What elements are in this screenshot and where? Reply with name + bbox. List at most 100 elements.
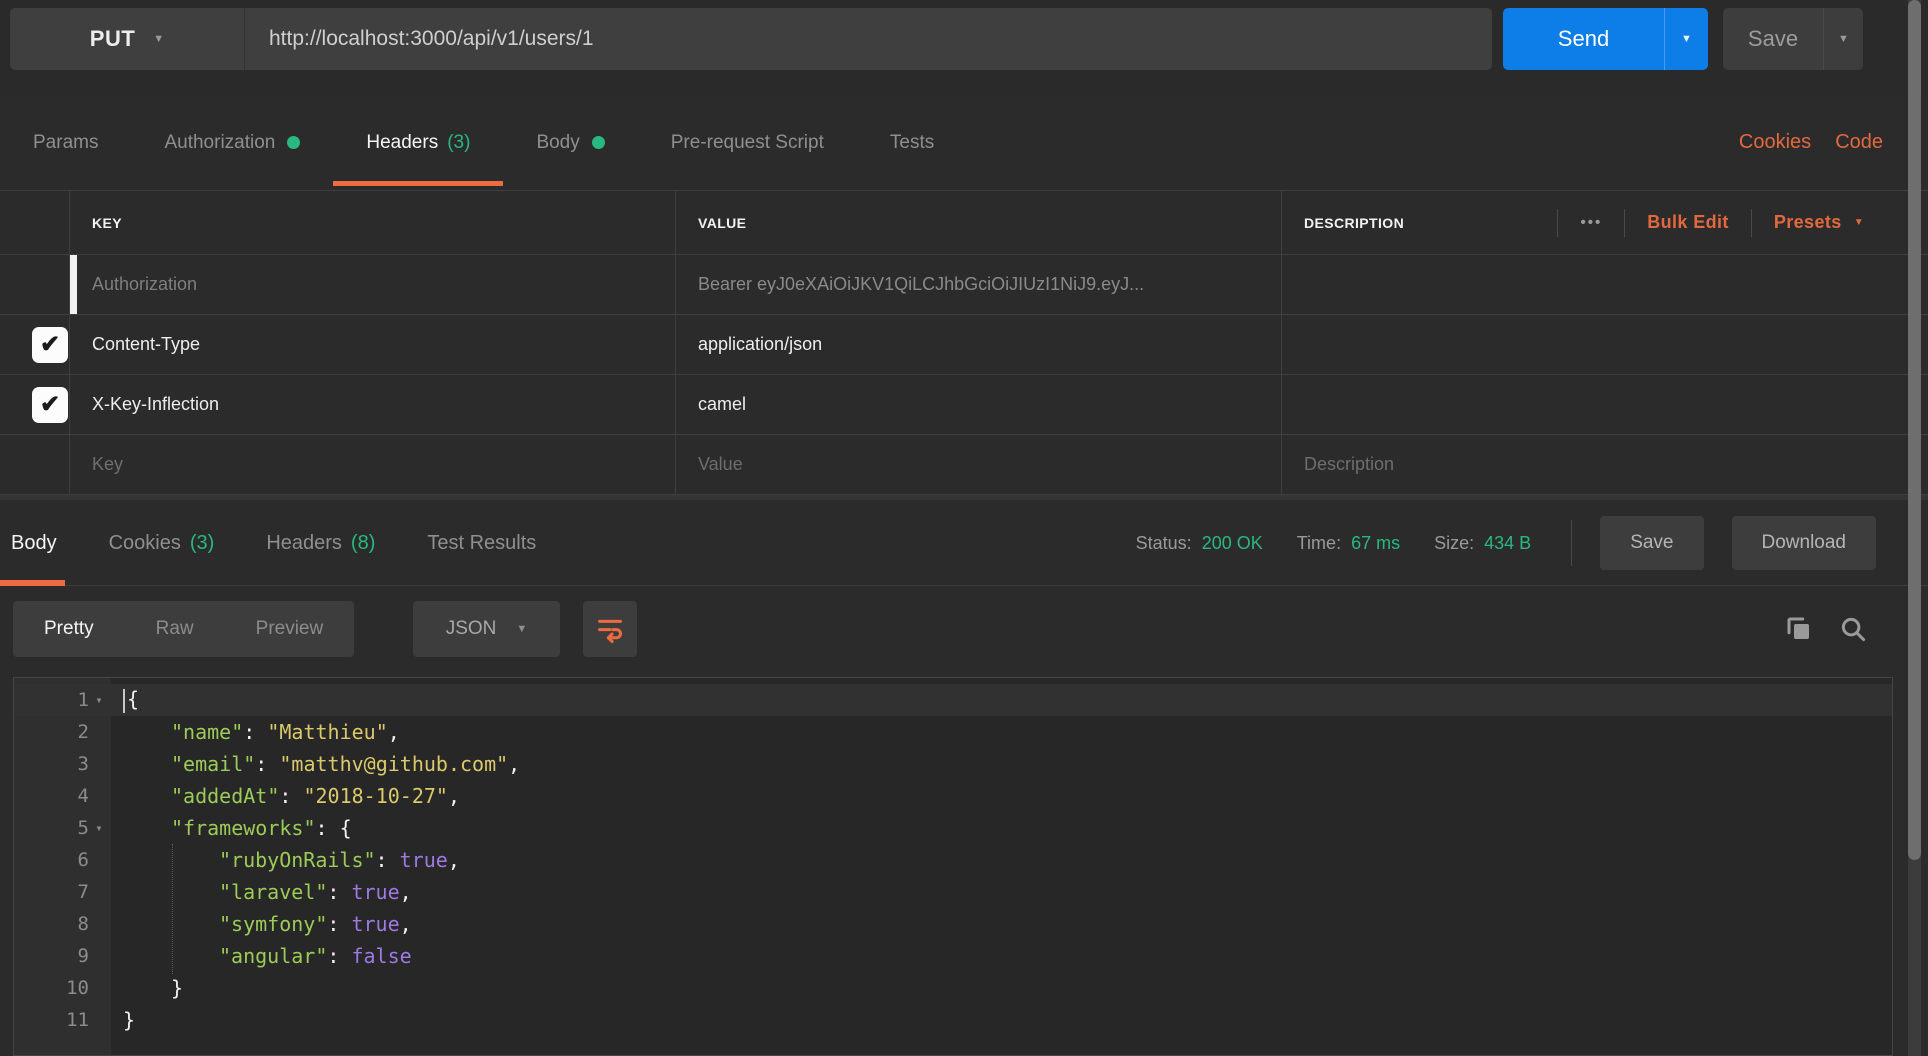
response-meta: Status: 200 OK Time: 67 ms Size: 434 B S… — [1136, 500, 1876, 586]
header-description-cell[interactable] — [1282, 375, 1928, 435]
response-tabs: Body Cookies (3) Headers (8) Test Result… — [0, 500, 562, 586]
code-line: 11 } — [66, 1008, 136, 1032]
header-key: Authorization — [92, 274, 198, 294]
headers-table: KEY VALUE DESCRIPTION ••• Bulk Edit Pres… — [0, 190, 1928, 495]
code-line: 7 "laravel": true, — [77, 880, 412, 904]
tab-label: Body — [536, 131, 580, 153]
response-tab-body[interactable]: Body — [0, 500, 83, 586]
wrap-text-icon — [596, 615, 624, 643]
filled-dot-icon — [287, 136, 301, 149]
response-save-button[interactable]: Save — [1600, 516, 1704, 570]
header-key-cell[interactable]: Content-Type — [70, 315, 676, 375]
scrollbar-thumb[interactable] — [1908, 0, 1921, 860]
header-value-cell[interactable]: Bearer eyJ0eXAiOiJKV1QiLCJhbGciOiJIUzI1N… — [676, 255, 1282, 315]
tab-label: Params — [33, 131, 99, 153]
tab-label: Cookies — [108, 531, 181, 554]
row-checkbox-checked[interactable]: ✔ — [32, 386, 68, 423]
table-header-checkbox-cell — [0, 191, 70, 255]
search-button[interactable] — [1838, 614, 1868, 644]
tab-pre-request-script[interactable]: Pre-request Script — [638, 95, 857, 190]
tab-params[interactable]: Params — [0, 95, 131, 190]
more-options-button[interactable]: ••• — [1580, 214, 1602, 231]
response-download-button[interactable]: Download — [1731, 516, 1876, 570]
response-tab-headers[interactable]: Headers (8) — [240, 500, 401, 586]
copy-icon — [1787, 617, 1809, 639]
response-tab-test-results[interactable]: Test Results — [401, 500, 562, 586]
format-dropdown[interactable]: JSON ▼ — [413, 601, 560, 657]
view-pretty-button[interactable]: Pretty — [13, 601, 125, 657]
tab-label: Tests — [889, 131, 935, 153]
table-header-description: DESCRIPTION — [1304, 214, 1405, 231]
filled-dot-icon — [591, 136, 605, 149]
send-options-button[interactable]: ▼ — [1664, 8, 1708, 70]
code-link[interactable]: Code — [1835, 131, 1883, 154]
code-line: 8 "symfony": true, — [77, 912, 412, 936]
tab-authorization[interactable]: Authorization — [131, 95, 333, 190]
search-icon — [1841, 617, 1866, 642]
row-checkbox-cell: ✔ — [0, 375, 70, 435]
header-description-cell — [1282, 435, 1928, 495]
bulk-edit-button[interactable]: Bulk Edit — [1647, 212, 1729, 233]
code-line: 5 ▾ "frameworks": { — [77, 816, 352, 840]
chevron-down-icon: ▼ — [1838, 33, 1849, 45]
cookies-link[interactable]: Cookies — [1739, 131, 1811, 154]
header-key-cell — [70, 435, 676, 495]
code-line: 2 "name": "Matthieu", — [77, 720, 400, 744]
scrollbar-track — [1908, 0, 1921, 1056]
tab-tests[interactable]: Tests — [857, 95, 967, 190]
tab-label: Authorization — [164, 131, 276, 153]
wrap-text-button[interactable] — [583, 601, 637, 657]
check-icon: ✔ — [39, 390, 61, 418]
copy-button[interactable] — [1784, 614, 1814, 644]
header-key-cell[interactable]: Authorization — [70, 255, 676, 315]
new-value-input[interactable] — [676, 454, 1281, 475]
line-number: 6 — [77, 849, 89, 871]
line-number: 8 — [77, 913, 89, 935]
url-bar: PUT ▼ — [10, 8, 1492, 70]
send-button[interactable]: Send — [1503, 8, 1664, 70]
table-header-description-cell: DESCRIPTION ••• Bulk Edit Presets ▼ — [1282, 191, 1928, 255]
view-raw-button[interactable]: Raw — [125, 601, 225, 657]
save-options-button[interactable]: ▼ — [1823, 8, 1863, 70]
code-line: 10 } — [66, 976, 184, 1000]
chevron-down-icon: ▼ — [516, 623, 528, 635]
line-number: 2 — [77, 721, 89, 743]
tab-count: (3) — [189, 531, 215, 554]
header-value-cell[interactable]: application/json — [676, 315, 1282, 375]
response-toolbar: Pretty Raw Preview JSON ▼ — [0, 598, 1928, 660]
response-header: Body Cookies (3) Headers (8) Test Result… — [0, 500, 1928, 586]
chevron-down-icon: ▼ — [153, 33, 165, 45]
request-links: Cookies Code — [1739, 95, 1883, 190]
fold-toggle-icon[interactable]: ▾ — [89, 693, 109, 707]
header-key-cell[interactable]: X-Key-Inflection — [70, 375, 676, 435]
save-split-button: Save ▼ — [1723, 8, 1863, 70]
presets-dropdown[interactable]: Presets ▼ — [1774, 212, 1864, 233]
row-checkbox-cell: ✔ — [0, 315, 70, 375]
code-line: 4 "addedAt": "2018-10-27", — [77, 784, 461, 808]
row-checkbox-cell — [0, 435, 70, 495]
new-description-input[interactable] — [1282, 454, 1928, 475]
size-label: Size: — [1434, 532, 1475, 553]
response-tab-cookies[interactable]: Cookies (3) — [83, 500, 241, 586]
save-button[interactable]: Save — [1723, 8, 1823, 70]
url-input[interactable] — [245, 8, 1492, 70]
new-key-input[interactable] — [70, 454, 675, 475]
line-number: 3 — [77, 753, 89, 775]
chevron-down-icon: ▼ — [1853, 217, 1864, 228]
tab-body[interactable]: Body — [503, 95, 637, 190]
row-checkbox-checked[interactable]: ✔ — [32, 326, 68, 363]
view-preview-button[interactable]: Preview — [225, 601, 355, 657]
tab-label: Test Results — [427, 531, 537, 554]
header-description-cell[interactable] — [1282, 315, 1928, 375]
fold-toggle-icon[interactable]: ▾ — [89, 821, 109, 835]
table-header-controls: ••• Bulk Edit Presets ▼ — [1557, 208, 1864, 237]
status-value: 200 OK — [1201, 532, 1263, 553]
tab-headers[interactable]: Headers (3) — [333, 95, 504, 190]
header-value-cell[interactable]: camel — [676, 375, 1282, 435]
table-header-value: VALUE — [676, 191, 1282, 255]
header-value-cell — [676, 435, 1282, 495]
method-select[interactable]: PUT ▼ — [10, 8, 245, 70]
header-description-cell[interactable] — [1282, 255, 1928, 315]
row-checkbox-cell[interactable] — [0, 255, 70, 315]
tab-count: (3) — [447, 131, 471, 153]
